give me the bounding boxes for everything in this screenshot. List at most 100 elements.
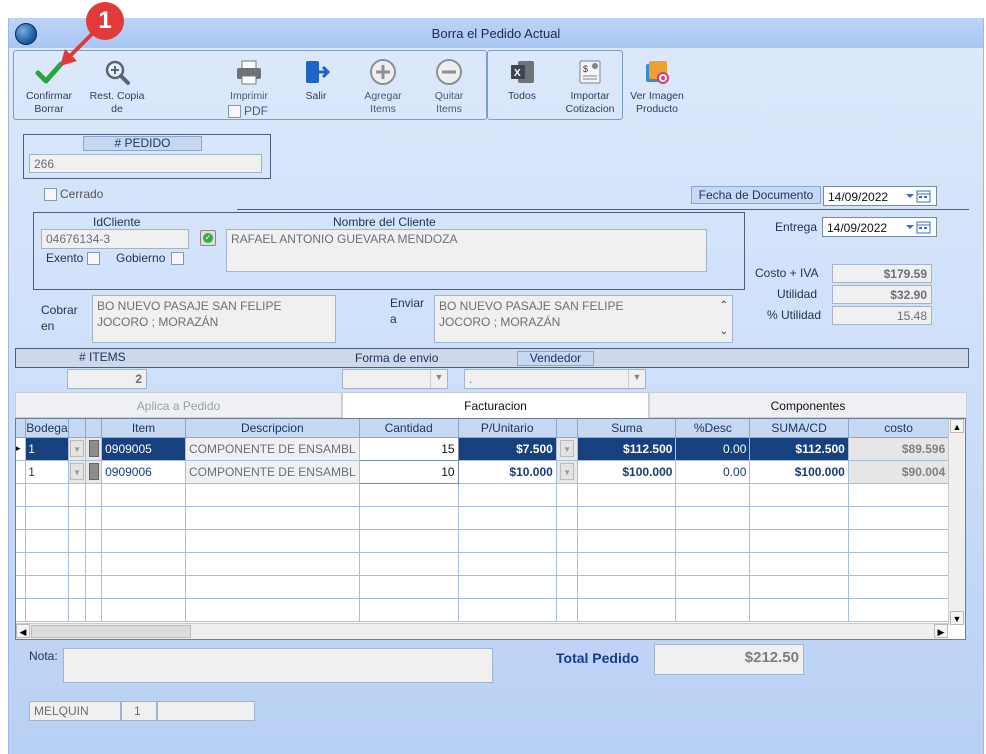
grid-cell-desc_pct[interactable] (675, 529, 751, 553)
grid-header-desc-pct[interactable]: %Desc (675, 419, 751, 438)
grid-header-blank-2[interactable] (85, 419, 103, 438)
grid-cell-desc[interactable] (185, 529, 360, 553)
grid-cell-suma[interactable]: $112.500 (577, 437, 677, 461)
grid-cell-dd[interactable] (68, 575, 87, 599)
doc-date-picker[interactable]: 14/09/2022 (823, 186, 937, 206)
table-row[interactable] (16, 483, 965, 507)
grid-cell-desc_pct[interactable] (675, 575, 751, 599)
scroll-down-arrow-icon[interactable]: ▼ (950, 611, 964, 625)
grid-cell-item[interactable] (101, 506, 186, 530)
row-button[interactable] (88, 463, 99, 480)
grid-cell-item[interactable]: 0909005 (101, 437, 186, 461)
grid-cell-dd2[interactable] (556, 598, 579, 622)
grid-cell-suma[interactable] (577, 483, 677, 507)
row-button[interactable] (88, 440, 99, 457)
grid-cell-btn[interactable] (85, 598, 103, 622)
shipping-method-select[interactable]: ▼ (342, 369, 448, 389)
client-verified-icon[interactable]: ✓ (200, 230, 216, 246)
note-field[interactable] (63, 648, 493, 683)
grid-header-costo[interactable]: costo (848, 419, 950, 438)
remove-items-button[interactable]: Quitar Items (423, 54, 475, 116)
grid-cell-desc[interactable] (185, 598, 360, 622)
grid-cell-suma[interactable] (577, 529, 677, 553)
grid-cell-punit[interactable]: $7.500 (458, 437, 557, 461)
grid-cell-suma[interactable] (577, 575, 677, 599)
grid-header-punitario[interactable]: P/Unitario (458, 419, 557, 438)
grid-cell-cantidad[interactable] (359, 598, 459, 622)
grid-cell-btn[interactable] (85, 483, 103, 507)
grid-cell-btn[interactable] (85, 552, 103, 576)
items-grid[interactable]: Bodega Item Descripcion Cantidad P/Unita… (15, 418, 966, 640)
grid-cell-sumacd[interactable]: $112.500 (749, 437, 849, 461)
grid-cell-dd2[interactable] (556, 506, 579, 530)
grid-cell-dd2[interactable]: ▼ (556, 437, 579, 461)
grid-cell-btn[interactable] (85, 575, 103, 599)
grid-cell-sumacd[interactable]: $100.000 (749, 460, 849, 484)
client-name-field[interactable]: RAFAEL ANTONIO GUEVARA MENDOZA (226, 229, 707, 272)
grid-header-suma-cd[interactable]: SUMA/CD (749, 419, 849, 438)
grid-cell-sumacd[interactable] (749, 575, 849, 599)
grid-cell-cantidad[interactable] (359, 506, 459, 530)
grid-cell-cantidad[interactable] (359, 483, 459, 507)
grid-cell-punit[interactable] (458, 575, 557, 599)
grid-cell-item[interactable] (101, 598, 186, 622)
chevron-down-icon[interactable]: ▼ (430, 370, 447, 388)
grid-cell-costo[interactable] (848, 575, 950, 599)
grid-cell-dd2[interactable]: ▼ (556, 460, 579, 484)
grid-cell-cantidad[interactable] (359, 552, 459, 576)
grid-cell-costo[interactable]: $90.004 (848, 460, 950, 484)
table-row[interactable] (16, 506, 965, 530)
grid-cell-suma[interactable] (577, 598, 677, 622)
horizontal-scroll-thumb[interactable] (31, 625, 191, 638)
grid-cell-costo[interactable] (848, 529, 950, 553)
grid-cell-item[interactable] (101, 483, 186, 507)
table-row[interactable] (16, 529, 965, 553)
grid-cell-desc[interactable] (185, 552, 360, 576)
grid-cell-desc_pct[interactable]: 0.00 (675, 437, 751, 461)
grid-cell-sumacd[interactable] (749, 483, 849, 507)
grid-cell-bodega[interactable] (25, 483, 69, 507)
grid-cell-dd[interactable] (68, 506, 87, 530)
grid-cell-bodega[interactable] (25, 598, 69, 622)
grid-header-item[interactable]: Item (101, 419, 186, 438)
grid-header-blank-3[interactable] (556, 419, 579, 438)
grid-cell-costo[interactable] (848, 598, 950, 622)
scroll-right-arrow-icon[interactable]: ▶ (934, 624, 948, 638)
exit-button[interactable]: Salir (293, 54, 339, 103)
grid-vertical-scrollbar[interactable]: ▲ ▼ (948, 419, 965, 625)
grid-cell-desc_pct[interactable]: 0.00 (675, 460, 751, 484)
grid-header-descripcion[interactable]: Descripcion (185, 419, 360, 438)
grid-cell-dd[interactable]: ▼ (68, 437, 87, 461)
tab-aplica-pedido[interactable]: Aplica a Pedido (15, 392, 342, 418)
bill-to-field[interactable]: BO NUEVO PASAJE SAN FELIPE JOCORO ; MORA… (92, 295, 336, 343)
grid-cell-btn[interactable] (85, 437, 103, 461)
ship-to-field[interactable]: BO NUEVO PASAJE SAN FELIPE JOCORO ; MORA… (434, 295, 733, 343)
grid-cell-bodega[interactable] (25, 529, 69, 553)
grid-cell-dd[interactable] (68, 483, 87, 507)
seller-select[interactable]: . ▼ (464, 369, 646, 389)
grid-cell-btn[interactable] (85, 529, 103, 553)
grid-cell-sumacd[interactable] (749, 506, 849, 530)
scroll-up-icon[interactable]: ⌃ (720, 298, 728, 314)
grid-cell-cantidad[interactable]: 10 (358, 459, 459, 484)
grid-cell-suma[interactable] (577, 552, 677, 576)
grid-cell-desc[interactable]: COMPONENTE DE ENSAMBL (184, 436, 360, 461)
grid-cell-desc_pct[interactable] (675, 506, 751, 530)
grid-cell-punit[interactable] (458, 552, 557, 576)
closed-checkbox[interactable] (44, 188, 57, 201)
grid-cell-punit[interactable]: $10.000 (458, 460, 557, 484)
grid-cell-bodega[interactable]: 1 (25, 437, 69, 461)
grid-cell-suma[interactable]: $100.000 (577, 460, 677, 484)
grid-cell-dd[interactable]: ▼ (68, 460, 87, 484)
table-row[interactable] (16, 598, 965, 622)
scroll-up-arrow-icon[interactable]: ▲ (950, 419, 964, 433)
grid-cell-cantidad[interactable] (359, 575, 459, 599)
grid-cell-dd[interactable] (68, 598, 87, 622)
grid-cell-btn[interactable] (85, 460, 103, 484)
grid-cell-sumacd[interactable] (749, 529, 849, 553)
grid-cell-sumacd[interactable] (749, 552, 849, 576)
grid-cell-desc_pct[interactable] (675, 552, 751, 576)
grid-cell-desc[interactable] (185, 575, 360, 599)
gobierno-checkbox[interactable] (171, 252, 184, 265)
grid-cell-costo[interactable] (848, 483, 950, 507)
